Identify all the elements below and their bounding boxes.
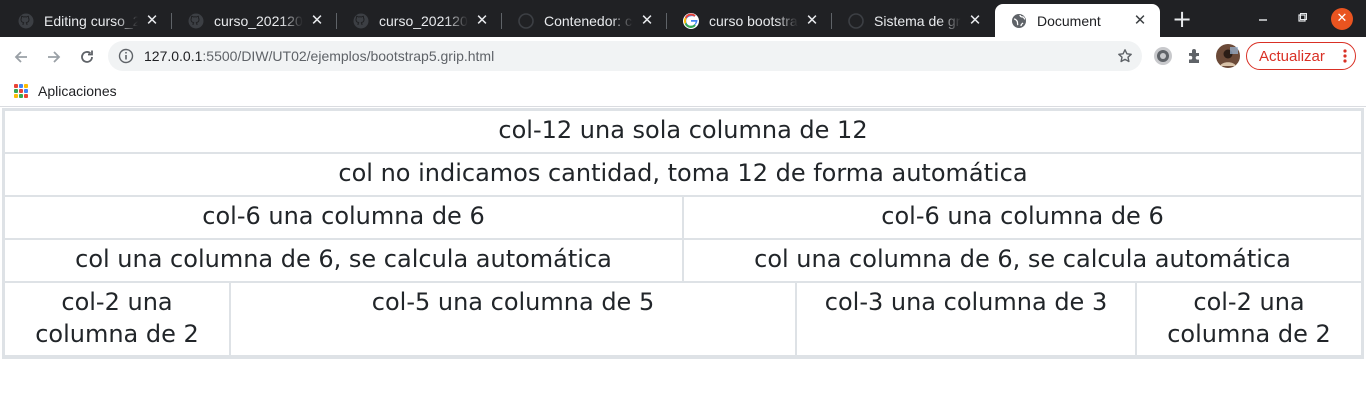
apps-label: Aplicaciones (38, 83, 117, 99)
google-icon (683, 12, 699, 29)
grid-row-4: col una columna de 6, se calcula automát… (4, 239, 1362, 282)
grid-cell-col-2-left: col-2 una columna de 2 (4, 282, 230, 356)
bootstrap-grid: col-12 una sola columna de 12 col no ind… (2, 108, 1364, 359)
tab-sistema-grilla[interactable]: Sistema de grill ✕ (832, 4, 995, 37)
globe-icon (518, 12, 534, 29)
grid-row-5: col-2 una columna de 2 col-5 una columna… (4, 282, 1362, 356)
tab-title: Contenedor: co (544, 12, 633, 29)
update-label: Actualizar (1259, 47, 1325, 65)
grid-row-3: col-6 una columna de 6 col-6 una columna… (4, 196, 1362, 239)
close-icon[interactable]: ✕ (967, 12, 983, 29)
url-text[interactable]: 127.0.0.1:5500/DIW/UT02/ejemplos/bootstr… (144, 48, 494, 64)
window-close-button[interactable]: ✕ (1331, 8, 1353, 30)
tab-title: curso_2021202 (379, 12, 468, 29)
tab-title: curso bootstra (709, 12, 798, 29)
grid-cell-col-6-right: col-6 una columna de 6 (683, 196, 1362, 239)
grid-cell-col-auto: col no indicamos cantidad, toma 12 de fo… (4, 153, 1362, 196)
grid-cell-col-2-right: col-2 una columna de 2 (1136, 282, 1362, 356)
tab-title: Sistema de grill (874, 12, 961, 29)
update-button[interactable]: Actualizar (1246, 42, 1356, 70)
close-icon[interactable]: ✕ (309, 12, 325, 29)
globe-icon (1011, 13, 1027, 29)
close-icon[interactable]: ✕ (804, 12, 820, 29)
url-host: 127.0.0.1 (144, 48, 203, 64)
grid-row-2: col no indicamos cantidad, toma 12 de fo… (4, 153, 1362, 196)
star-icon[interactable] (1116, 47, 1134, 65)
globe-icon (848, 12, 864, 29)
tab-curso-1[interactable]: curso_2021202 ✕ (172, 4, 337, 37)
grid-cell-col-auto-right: col una columna de 6, se calcula automát… (683, 239, 1362, 282)
new-tab-button[interactable]: + (1170, 7, 1194, 32)
reload-button[interactable] (75, 45, 99, 69)
tab-curso-2[interactable]: curso_2021202 ✕ (337, 4, 502, 37)
grid-cell-col-6-left: col-6 una columna de 6 (4, 196, 683, 239)
grid-cell-col-5: col-5 una columna de 5 (230, 282, 796, 356)
url-path: :5500/DIW/UT02/ejemplos/bootstrap5.grip.… (202, 48, 495, 64)
tab-contenedor[interactable]: Contenedor: co ✕ (502, 4, 667, 37)
avatar[interactable] (1216, 44, 1240, 68)
back-button[interactable] (9, 45, 33, 69)
apps-grid-icon (14, 84, 28, 98)
more-menu-icon[interactable] (1343, 48, 1347, 64)
github-icon (18, 13, 34, 29)
grid-cell-col-auto-left: col una columna de 6, se calcula automát… (4, 239, 683, 282)
maximize-button[interactable] (1292, 9, 1312, 29)
grid-row-1: col-12 una sola columna de 12 (4, 110, 1362, 153)
github-icon (353, 13, 369, 29)
browser-toolbar: 127.0.0.1:5500/DIW/UT02/ejemplos/bootstr… (0, 37, 1366, 75)
close-icon[interactable]: ✕ (474, 12, 490, 29)
close-icon[interactable]: ✕ (639, 12, 655, 29)
info-icon[interactable] (118, 48, 134, 64)
tab-title: Editing curso_2 (44, 12, 138, 29)
tab-title: curso_2021202 (214, 12, 303, 29)
tab-title: Document (1037, 12, 1126, 29)
close-icon[interactable]: ✕ (144, 12, 160, 29)
page-viewport: col-12 una sola columna de 12 col no ind… (0, 108, 1366, 403)
minimize-button[interactable] (1253, 9, 1273, 29)
tab-curso-bootstrap[interactable]: curso bootstra ✕ (667, 4, 832, 37)
puzzle-icon[interactable] (1184, 45, 1206, 67)
tab-strip: Editing curso_2 ✕ curso_2021202 ✕ curso_… (0, 0, 1366, 37)
tab-document[interactable]: Document ✕ (995, 4, 1160, 37)
extension-icon[interactable] (1152, 45, 1174, 67)
grid-cell-col-12: col-12 una sola columna de 12 (4, 110, 1362, 153)
github-icon (188, 13, 204, 29)
close-icon[interactable]: ✕ (1132, 12, 1148, 29)
address-bar[interactable]: 127.0.0.1:5500/DIW/UT02/ejemplos/bootstr… (108, 41, 1142, 71)
tab-editing-curso[interactable]: Editing curso_2 ✕ (2, 4, 172, 37)
bookmarks-bar: Aplicaciones (0, 75, 1366, 107)
forward-button[interactable] (42, 45, 66, 69)
apps-shortcut[interactable]: Aplicaciones (14, 83, 117, 99)
grid-cell-col-3: col-3 una columna de 3 (796, 282, 1136, 356)
